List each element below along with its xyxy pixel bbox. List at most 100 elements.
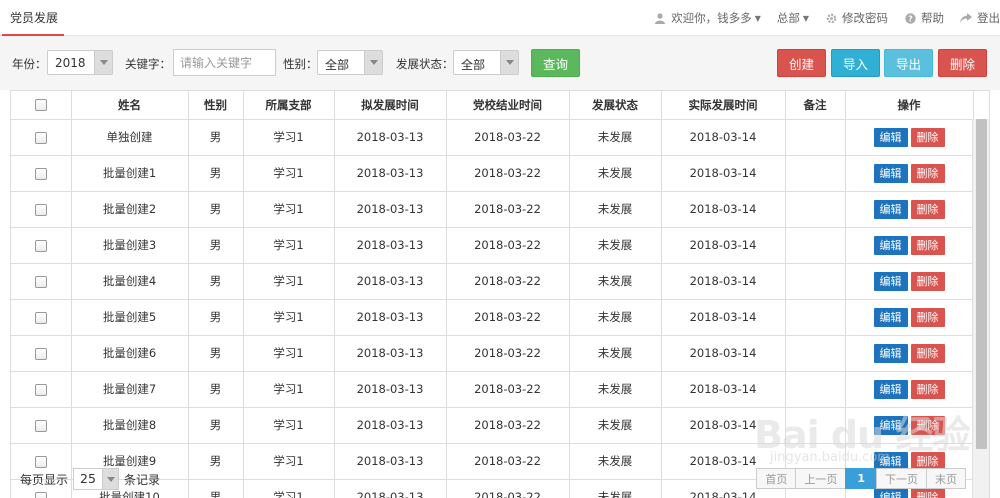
row-delete-button[interactable]: 删除 <box>910 415 945 435</box>
cell-planned: 2018-03-13 <box>333 478 447 498</box>
cell-note <box>784 190 846 228</box>
gear-icon <box>825 12 837 24</box>
edit-button[interactable]: 编辑 <box>873 379 908 399</box>
checkbox[interactable] <box>34 347 47 360</box>
page-size-select[interactable]: 25 <box>73 468 120 490</box>
scrollbar-thumb[interactable] <box>976 119 987 449</box>
column-header: 实际发展时间 <box>660 91 786 120</box>
header-select-all[interactable] <box>11 91 72 120</box>
page-size-control: 每页显示 25 条记录 <box>20 468 160 490</box>
row-delete-button[interactable]: 删除 <box>910 379 945 399</box>
cell-planned: 2018-03-13 <box>333 442 447 480</box>
cell-gender: 男 <box>187 370 244 408</box>
dept-menu[interactable]: 总部 ▼ <box>777 10 809 26</box>
checkbox[interactable] <box>34 491 47 498</box>
import-button[interactable]: 导入 <box>831 49 880 77</box>
checkbox[interactable] <box>34 239 47 252</box>
cell-status: 未发展 <box>568 334 662 372</box>
edit-button[interactable]: 编辑 <box>873 163 908 183</box>
delete-button[interactable]: 删除 <box>938 49 987 77</box>
first-page-button[interactable]: 首页 <box>756 468 797 489</box>
edit-button[interactable]: 编辑 <box>873 343 908 363</box>
tab-party-development[interactable]: 党员发展 <box>0 0 68 36</box>
prev-page-button[interactable]: 上一页 <box>795 468 847 489</box>
checkbox[interactable] <box>34 275 47 288</box>
keyword-input[interactable] <box>173 49 276 76</box>
row-select-cell[interactable] <box>11 298 72 336</box>
user-menu[interactable]: 欢迎你，钱多多 ▼ <box>654 10 761 26</box>
cell-status: 未发展 <box>568 298 662 336</box>
row-select-cell[interactable] <box>11 262 72 300</box>
checkbox[interactable] <box>34 383 47 396</box>
row-delete-button[interactable]: 删除 <box>910 343 945 363</box>
logout-text: 登出 <box>977 11 1000 25</box>
change-password-link[interactable]: 修改密码 <box>825 10 888 26</box>
table-row: 批量创建4 男学习1 2018-03-13 2018-03-22 未发展 2018-03-… <box>11 262 974 300</box>
row-delete-button[interactable]: 删除 <box>910 235 945 255</box>
checkbox[interactable] <box>34 167 47 180</box>
edit-button[interactable]: 编辑 <box>873 307 908 327</box>
row-select-cell[interactable] <box>11 118 72 156</box>
cell-grad: 2018-03-22 <box>445 226 570 264</box>
next-page-button[interactable]: 下一页 <box>876 468 927 489</box>
checkbox[interactable] <box>34 203 47 216</box>
chevron-down-icon <box>364 51 382 74</box>
row-select-cell[interactable] <box>11 334 72 372</box>
current-page-button[interactable]: 1 <box>845 468 877 489</box>
table-row: 批量创建8 男学习1 2018-03-13 2018-03-22 未发展 2018-03-… <box>11 406 974 444</box>
checkbox[interactable] <box>34 419 47 432</box>
cell-name: 批量创建1 <box>70 154 189 192</box>
logout-link[interactable]: 登出 <box>960 10 1000 26</box>
cell-actual: 2018-03-14 <box>660 298 786 336</box>
query-button[interactable]: 查询 <box>531 49 580 77</box>
export-button[interactable]: 导出 <box>884 49 933 77</box>
cell-grad: 2018-03-22 <box>445 334 570 372</box>
checkbox[interactable] <box>34 131 47 144</box>
row-actions: 编辑 删除 <box>844 154 974 192</box>
gender-select[interactable]: 全部 <box>317 50 383 75</box>
row-delete-button[interactable]: 删除 <box>910 163 945 183</box>
row-select-cell[interactable] <box>11 226 72 264</box>
cell-grad: 2018-03-22 <box>445 154 570 192</box>
status-select[interactable]: 全部 <box>453 50 519 75</box>
cell-branch: 学习1 <box>242 334 335 372</box>
column-header: 性别 <box>187 91 244 120</box>
edit-button[interactable]: 编辑 <box>873 415 908 435</box>
table-row: 批量创建1 男学习1 2018-03-13 2018-03-22 未发展 2018-03-… <box>11 154 974 192</box>
cell-note <box>784 298 846 336</box>
cell-gender: 男 <box>187 478 244 498</box>
edit-button[interactable]: 编辑 <box>873 127 908 147</box>
row-select-cell[interactable] <box>11 406 72 444</box>
cell-status: 未发展 <box>568 478 662 498</box>
cell-actual: 2018-03-14 <box>660 262 786 300</box>
cell-grad: 2018-03-22 <box>445 190 570 228</box>
cell-branch: 学习1 <box>242 118 335 156</box>
gender-select-value: 全部 <box>325 58 350 72</box>
row-delete-button[interactable]: 删除 <box>910 199 945 219</box>
cell-name: 批量创建4 <box>70 262 189 300</box>
row-delete-button[interactable]: 删除 <box>910 127 945 147</box>
row-actions: 编辑 删除 <box>844 118 974 156</box>
vertical-scrollbar[interactable] <box>972 119 989 498</box>
row-select-cell[interactable] <box>11 190 72 228</box>
row-select-cell[interactable] <box>11 154 72 192</box>
checkbox[interactable] <box>34 99 47 112</box>
year-select[interactable]: 2018 <box>47 50 113 75</box>
row-delete-button[interactable]: 删除 <box>910 307 945 327</box>
edit-button[interactable]: 编辑 <box>873 235 908 255</box>
caret-down-icon: ▼ <box>802 13 809 23</box>
cell-planned: 2018-03-13 <box>333 226 447 264</box>
checkbox[interactable] <box>34 455 47 468</box>
change-password-text: 修改密码 <box>842 11 888 25</box>
row-select-cell[interactable] <box>11 370 72 408</box>
last-page-button[interactable]: 末页 <box>926 468 966 489</box>
create-button[interactable]: 创建 <box>777 49 826 77</box>
edit-button[interactable]: 编辑 <box>873 271 908 291</box>
cell-note <box>784 226 846 264</box>
checkbox[interactable] <box>34 311 47 324</box>
cell-note <box>784 406 846 444</box>
row-delete-button[interactable]: 删除 <box>910 271 945 291</box>
edit-button[interactable]: 编辑 <box>873 199 908 219</box>
cell-name: 批量创建5 <box>70 298 189 336</box>
help-link[interactable]: ? 帮助 <box>904 10 944 26</box>
